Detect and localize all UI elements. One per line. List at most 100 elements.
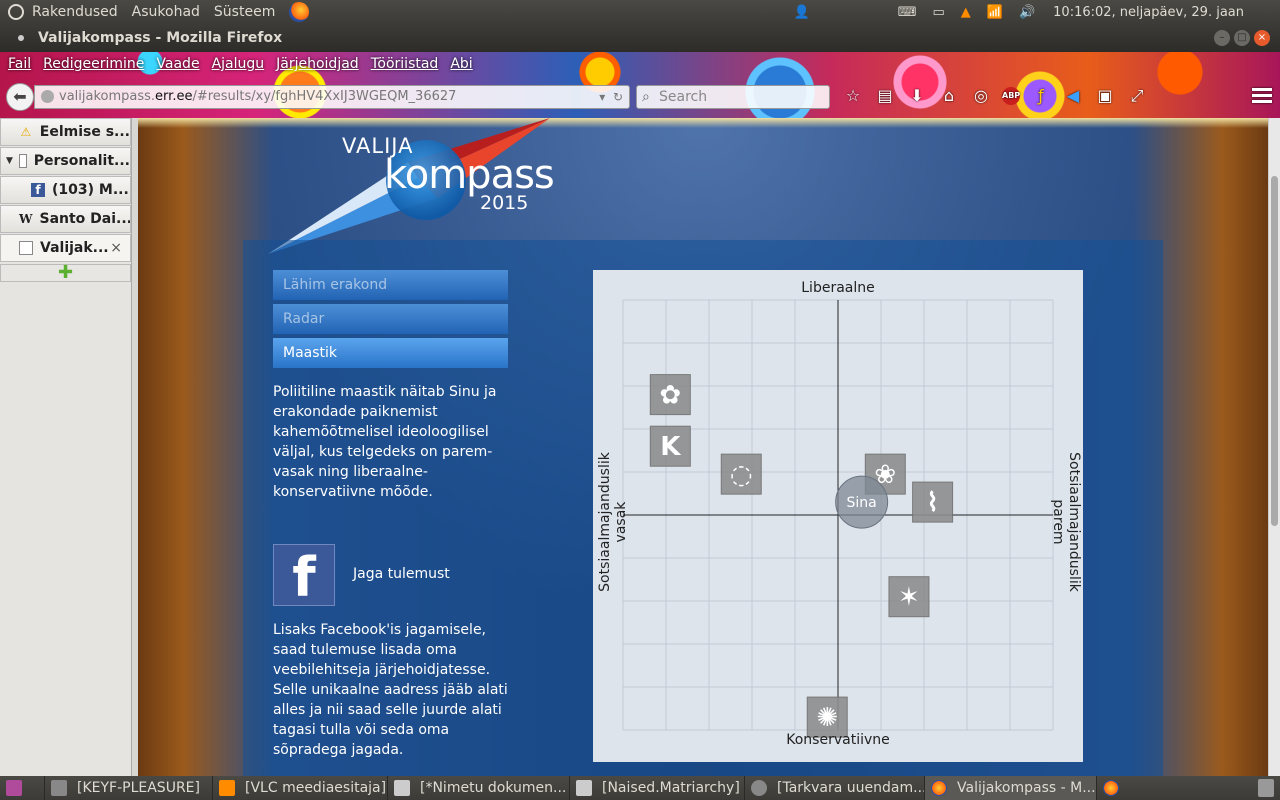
ubuntu-logo-icon[interactable] bbox=[8, 4, 24, 20]
firefox-quick-launch[interactable] bbox=[1097, 776, 1127, 800]
tab-label: (103) M... bbox=[52, 182, 129, 198]
taskbar-item[interactable]: [KEYF-PLEASURE] bbox=[45, 776, 213, 800]
bottom-taskbar: [KEYF-PLEASURE] [VLC meediaesitaja] [*Ni… bbox=[0, 776, 1280, 800]
taskbar-item-active[interactable]: Valijakompass - M... bbox=[925, 776, 1097, 800]
trash-icon[interactable] bbox=[1258, 779, 1274, 797]
downloads-icon[interactable]: ⬇ bbox=[906, 85, 928, 107]
url-prefix: valijakompass. bbox=[59, 89, 156, 104]
star-icon: ✶ bbox=[898, 583, 920, 613]
site-identity-icon[interactable] bbox=[41, 90, 54, 103]
show-desktop-button[interactable] bbox=[0, 776, 45, 800]
top-panel: Rakendused Asukohad Süsteem 👤 ⌨ ▭ ▲ 📶 🔊 … bbox=[0, 0, 1280, 24]
scrollbar-thumb[interactable] bbox=[1271, 176, 1278, 526]
document-icon bbox=[576, 780, 592, 796]
menu-help[interactable]: Abi bbox=[450, 56, 472, 72]
bookmark-star-icon[interactable]: ☆ bbox=[842, 85, 864, 107]
tab-item[interactable]: ⚠ Eelmise s... bbox=[0, 118, 131, 146]
taskbar-item[interactable]: [Tarkvara uuendam... bbox=[745, 776, 925, 800]
menu-history[interactable]: Ajalugu bbox=[212, 56, 265, 72]
window-icon bbox=[51, 780, 67, 796]
valijakompass-logo[interactable]: VALIJA kompass 2015 bbox=[268, 118, 568, 258]
menu-system[interactable]: Süsteem bbox=[214, 4, 275, 20]
menu-edit[interactable]: Redigeerimine bbox=[43, 56, 144, 72]
nav-lahim-erakond[interactable]: Lähim erakond bbox=[273, 270, 508, 300]
tab-item-active[interactable]: Valijak... × bbox=[0, 234, 131, 262]
hamburger-menu-icon[interactable] bbox=[1252, 88, 1272, 106]
page-scrollbar[interactable] bbox=[1268, 118, 1280, 776]
firefox-launcher-icon[interactable] bbox=[289, 2, 310, 22]
k-logo-icon: K bbox=[660, 432, 681, 462]
search-icon: ⌕ bbox=[642, 89, 650, 105]
menu-bookmarks[interactable]: Järjehoidjad bbox=[276, 56, 359, 72]
adblock-icon[interactable]: ABP bbox=[1002, 87, 1020, 105]
firefox-icon bbox=[931, 780, 947, 796]
minimize-button[interactable]: – bbox=[1214, 30, 1230, 46]
taskbar-item[interactable]: [Naised.Matriarchy] bbox=[570, 776, 745, 800]
show-desktop-icon bbox=[6, 780, 22, 796]
back-button[interactable]: ⬅ bbox=[6, 83, 34, 111]
volume-icon[interactable]: 🔊 bbox=[1019, 5, 1035, 20]
menu-file[interactable]: Fail bbox=[8, 56, 31, 72]
bookmarks-list-icon[interactable]: ▤ bbox=[874, 85, 896, 107]
user-icon[interactable]: 👤 bbox=[794, 5, 810, 20]
clock[interactable]: 10:16:02, neljapäev, 29. jaan bbox=[1053, 5, 1244, 20]
bird-icon: ⌇ bbox=[926, 488, 939, 518]
nav-maastik[interactable]: Maastik bbox=[273, 338, 508, 368]
axis-label-right: Sotsiaalmajanduslik parem bbox=[1050, 452, 1082, 592]
firefox-icon bbox=[1103, 780, 1119, 796]
close-button[interactable]: × bbox=[1254, 30, 1270, 46]
political-map-chart: ✿ K ◌ ❀ ⌇ ✶ ✺ Sina Liberaalne Konservatiivne So… bbox=[593, 270, 1083, 762]
resize-icon[interactable]: ⤢ bbox=[1126, 85, 1148, 107]
menu-view[interactable]: Vaade bbox=[156, 56, 199, 72]
menu-places[interactable]: Asukohad bbox=[132, 4, 200, 20]
keyboard-icon[interactable]: ⌨ bbox=[898, 5, 917, 20]
tab-item[interactable]: f (103) M... bbox=[0, 176, 131, 204]
taskbar-label: [Tarkvara uuendam... bbox=[777, 780, 925, 796]
collapse-twisty-icon[interactable]: ▼ bbox=[6, 156, 13, 166]
tab-label: Eelmise s... bbox=[39, 124, 130, 140]
window-titlebar[interactable]: Valijakompass - Mozilla Firefox – □ × bbox=[0, 24, 1280, 52]
search-input[interactable]: ⌕ Search bbox=[636, 85, 830, 109]
dropdown-arrow-icon[interactable]: ▾ bbox=[599, 90, 605, 104]
close-tab-icon[interactable]: × bbox=[110, 240, 122, 256]
reload-icon[interactable]: ↻ bbox=[613, 90, 623, 104]
logo-year: 2015 bbox=[480, 192, 529, 214]
update-manager-icon bbox=[751, 780, 767, 796]
search-placeholder: Search bbox=[659, 89, 708, 105]
battery-icon[interactable]: ▭ bbox=[932, 5, 944, 20]
menu-applications[interactable]: Rakendused bbox=[32, 4, 118, 20]
facebook-icon: f bbox=[31, 183, 45, 197]
menu-tools[interactable]: Tööriistad bbox=[371, 56, 439, 72]
maximize-button[interactable]: □ bbox=[1234, 30, 1250, 46]
axis-label-top: Liberaalne bbox=[801, 280, 875, 296]
url-bar[interactable]: valijakompass.err.ee/#results/xy/fghHV4X… bbox=[34, 85, 630, 109]
chart-canvas: ✿K◌ ❀⌇✶✺Sina bbox=[622, 299, 1054, 738]
url-controls[interactable]: ▾ ↻ bbox=[599, 86, 623, 108]
url-path: /#results/xy/fghHV4XxIJ3WGEQM_36627 bbox=[192, 89, 457, 104]
taskbar-item[interactable]: [*Nimetu dokumen... bbox=[388, 776, 570, 800]
url-host: err.ee bbox=[155, 89, 193, 104]
wikipedia-icon: W bbox=[19, 212, 33, 226]
rewind-icon[interactable]: ◀ bbox=[1062, 85, 1084, 107]
facebook-f-glyph: f bbox=[292, 546, 316, 609]
network-icon[interactable]: 📶 bbox=[987, 5, 1003, 20]
taskbar-item[interactable]: [VLC meediaesitaja] bbox=[213, 776, 388, 800]
window-title: Valijakompass - Mozilla Firefox bbox=[38, 30, 283, 46]
share-description-text: Lisaks Facebook'is jagamisele, saad tule… bbox=[273, 622, 508, 758]
vlc-tray-icon[interactable]: ▲ bbox=[961, 5, 971, 20]
screenshot-icon[interactable]: ▣ bbox=[1094, 85, 1116, 107]
new-tab-button[interactable]: ✚ bbox=[0, 264, 131, 282]
tab-item[interactable]: ▼ Personalit... bbox=[0, 147, 131, 175]
flash-icon[interactable]: ƒ bbox=[1030, 85, 1052, 107]
description-text: Poliitiline maastik näitab Sinu ja erako… bbox=[273, 384, 497, 500]
cornflower-icon: ✺ bbox=[816, 703, 838, 733]
home-icon[interactable]: ⌂ bbox=[938, 85, 960, 107]
tab-item[interactable]: W Santo Dai... bbox=[0, 205, 131, 233]
nav-radar[interactable]: Radar bbox=[273, 304, 508, 334]
search-tool-icon[interactable]: ◎ bbox=[970, 85, 992, 107]
page-content: VALIJA kompass 2015 Lähim erakond Radar … bbox=[138, 118, 1268, 776]
facebook-share-button[interactable]: f bbox=[273, 544, 335, 609]
window-menu-icon[interactable] bbox=[18, 35, 24, 41]
user-position-label: Sina bbox=[847, 495, 877, 511]
share-result-link[interactable]: Jaga tulemust bbox=[353, 566, 450, 582]
